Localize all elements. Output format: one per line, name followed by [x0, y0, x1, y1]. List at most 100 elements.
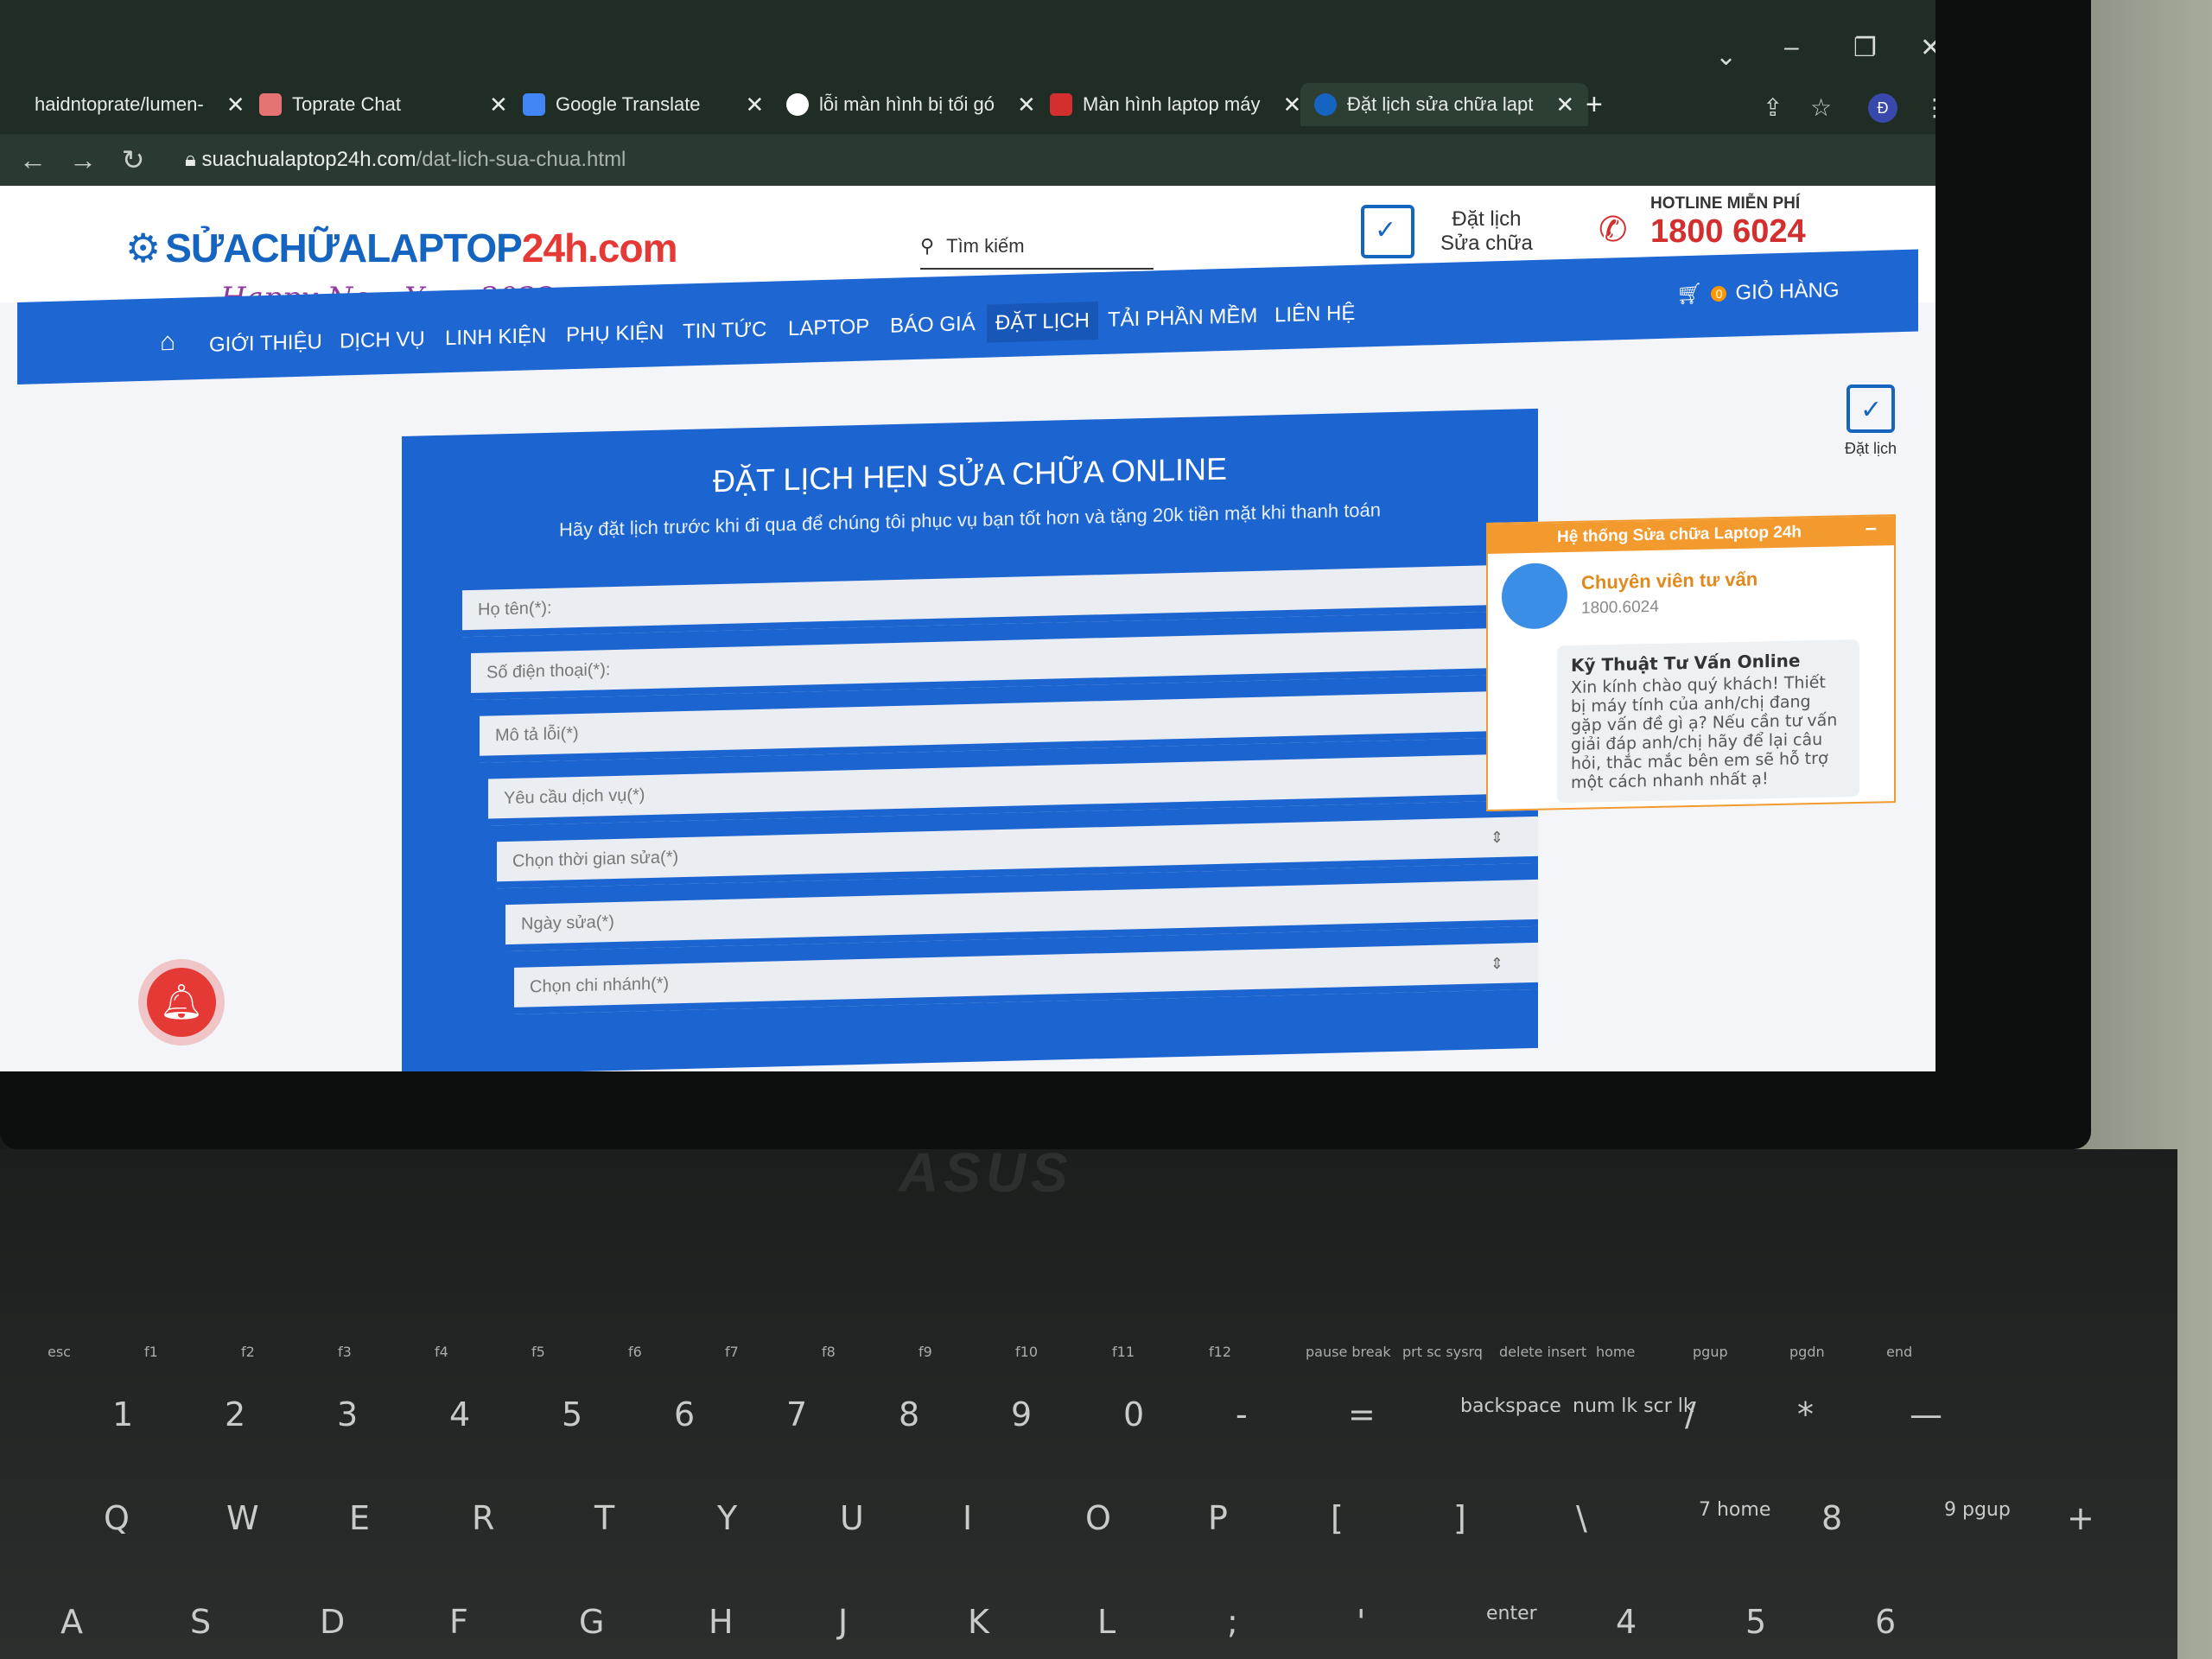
- tab-dat-lich[interactable]: Đặt lịch sửa chữa lapt ✕: [1300, 83, 1589, 126]
- key-home-row[interactable]: ;: [1227, 1603, 1238, 1641]
- key-top-row[interactable]: U: [840, 1499, 864, 1537]
- key-num-row[interactable]: 2: [225, 1395, 245, 1433]
- key-fn-row[interactable]: pause break: [1306, 1344, 1391, 1360]
- booking-link[interactable]: Đặt lịch Sửa chữa: [1361, 205, 1533, 258]
- key-top-row[interactable]: Y: [717, 1499, 737, 1537]
- key-fn-row[interactable]: delete insert: [1499, 1344, 1586, 1360]
- url-field[interactable]: 🔒︎ suachualaptop24h.com/dat-lich-sua-chu…: [185, 148, 626, 172]
- key-home-row[interactable]: 6: [1875, 1603, 1896, 1641]
- key-fn-row[interactable]: f11: [1112, 1344, 1135, 1360]
- menu-dots-icon[interactable]: ⋮: [1923, 93, 1936, 122]
- close-icon[interactable]: ✕: [489, 92, 508, 118]
- nav-gioi-thieu[interactable]: GIỚI THIỆU: [209, 330, 322, 358]
- key-num-row[interactable]: 3: [337, 1395, 358, 1433]
- tab-toprate-chat[interactable]: Toprate Chat ✕: [259, 83, 508, 126]
- key-top-row[interactable]: E: [349, 1499, 370, 1537]
- nav-phu-kien[interactable]: PHỤ KIỆN: [566, 321, 664, 347]
- key-num-row[interactable]: —: [1910, 1395, 1942, 1433]
- key-num-row[interactable]: *: [1797, 1395, 1814, 1433]
- tab-man-hinh-laptop[interactable]: Màn hình laptop máy ✕: [1050, 83, 1301, 126]
- key-fn-row[interactable]: f8: [822, 1344, 836, 1360]
- key-fn-row[interactable]: f3: [338, 1344, 352, 1360]
- repair-time-select[interactable]: Chọn thời gian sửa(*) ⇕: [497, 816, 1538, 889]
- share-icon[interactable]: ⇪: [1763, 93, 1783, 122]
- key-top-row[interactable]: [: [1331, 1499, 1344, 1537]
- back-arrow-icon[interactable]: ←: [16, 144, 50, 176]
- key-fn-row[interactable]: prt sc sysrq: [1402, 1344, 1483, 1360]
- key-fn-row[interactable]: f6: [628, 1344, 642, 1360]
- nav-dat-lich[interactable]: ĐẶT LỊCH: [987, 302, 1098, 343]
- key-home-row[interactable]: A: [60, 1603, 83, 1641]
- nav-laptop[interactable]: LAPTOP: [788, 315, 869, 341]
- key-home-row[interactable]: D: [320, 1603, 345, 1641]
- key-fn-row[interactable]: f9: [918, 1344, 932, 1360]
- key-fn-row[interactable]: pgup: [1693, 1344, 1728, 1360]
- key-home-row[interactable]: S: [190, 1603, 211, 1641]
- service-request-select[interactable]: Yêu cầu dịch vụ(*) ⇕: [488, 753, 1538, 826]
- key-home-row[interactable]: H: [709, 1603, 734, 1641]
- key-top-row[interactable]: 9 pgup: [1944, 1499, 2011, 1521]
- key-top-row[interactable]: P: [1208, 1499, 1228, 1537]
- search-box[interactable]: ⚲ Tìm kiếm: [920, 225, 1154, 270]
- key-num-row[interactable]: 7: [786, 1395, 807, 1433]
- key-home-row[interactable]: G: [579, 1603, 604, 1641]
- phone-field[interactable]: Số điện thoại(*):: [471, 626, 1538, 701]
- close-icon[interactable]: ✕: [1555, 92, 1574, 118]
- key-home-row[interactable]: K: [968, 1603, 989, 1641]
- key-num-row[interactable]: 4: [449, 1395, 470, 1433]
- new-tab-button[interactable]: +: [1586, 83, 1603, 126]
- key-num-row[interactable]: 6: [674, 1395, 695, 1433]
- nav-bao-gia[interactable]: BÁO GIÁ: [890, 312, 976, 339]
- key-top-row[interactable]: O: [1085, 1499, 1111, 1537]
- key-num-row[interactable]: backspace: [1460, 1395, 1561, 1417]
- minimize-icon[interactable]: –: [1784, 33, 1799, 62]
- key-fn-row[interactable]: f5: [531, 1344, 545, 1360]
- key-num-row[interactable]: 5: [562, 1395, 582, 1433]
- key-fn-row[interactable]: f4: [435, 1344, 448, 1360]
- name-field[interactable]: Họ tên(*):: [462, 563, 1538, 638]
- star-icon[interactable]: ☆: [1810, 93, 1832, 122]
- key-top-row[interactable]: +: [2067, 1499, 2094, 1537]
- error-description-field[interactable]: Mô tả lỗi(*): [480, 690, 1538, 763]
- key-fn-row[interactable]: f10: [1015, 1344, 1038, 1360]
- key-top-row[interactable]: Q: [104, 1499, 130, 1537]
- key-num-row[interactable]: -: [1236, 1395, 1248, 1433]
- key-fn-row[interactable]: home: [1596, 1344, 1635, 1360]
- nav-tin-tuc[interactable]: TIN TỨC: [683, 318, 766, 345]
- profile-avatar[interactable]: Đ: [1868, 93, 1897, 123]
- key-home-row[interactable]: ': [1357, 1603, 1365, 1641]
- tab-github[interactable]: haidntoprate/lumen- ✕: [35, 83, 245, 126]
- key-home-row[interactable]: enter: [1486, 1603, 1537, 1624]
- side-booking-button[interactable]: Đặt lịch: [1845, 385, 1897, 458]
- nav-lien-he[interactable]: LIÊN HỆ: [1274, 302, 1355, 328]
- key-fn-row[interactable]: end: [1886, 1344, 1912, 1360]
- key-top-row[interactable]: W: [226, 1499, 259, 1537]
- key-num-row[interactable]: 1: [112, 1395, 133, 1433]
- key-top-row[interactable]: R: [472, 1499, 494, 1537]
- key-home-row[interactable]: L: [1097, 1603, 1116, 1641]
- tab-google-translate[interactable]: Google Translate ✕: [523, 83, 764, 126]
- key-num-row[interactable]: /: [1685, 1395, 1696, 1433]
- key-num-row[interactable]: num lk scr lk: [1573, 1395, 1694, 1417]
- key-top-row[interactable]: I: [963, 1499, 972, 1537]
- branch-select[interactable]: Chọn chi nhánh(*) ⇕: [514, 942, 1538, 1014]
- tab-search-chevron-icon[interactable]: ⌄: [1715, 41, 1737, 72]
- key-top-row[interactable]: ]: [1453, 1499, 1466, 1537]
- tab-google-search[interactable]: lỗi màn hình bị tối gó ✕: [786, 83, 1036, 126]
- restore-icon[interactable]: ❐: [1853, 33, 1877, 63]
- minimize-chat-button[interactable]: –: [1866, 517, 1877, 541]
- site-logo[interactable]: ⚙ SỬACHỮALAPTOP24h.com: [125, 225, 678, 271]
- close-icon[interactable]: ✕: [746, 92, 765, 118]
- key-num-row[interactable]: 9: [1011, 1395, 1032, 1433]
- key-top-row[interactable]: 8: [1821, 1499, 1842, 1537]
- key-fn-row[interactable]: f12: [1209, 1344, 1231, 1360]
- nav-tai-phan-mem[interactable]: TẢI PHẦN MỀM: [1108, 304, 1257, 333]
- key-fn-row[interactable]: f1: [144, 1344, 158, 1360]
- key-home-row[interactable]: 5: [1745, 1603, 1766, 1641]
- repair-date-field[interactable]: Ngày sửa(*): [505, 879, 1538, 952]
- key-fn-row[interactable]: f2: [241, 1344, 255, 1360]
- home-icon[interactable]: ⌂: [160, 327, 175, 358]
- key-num-row[interactable]: 8: [899, 1395, 919, 1433]
- key-top-row[interactable]: T: [594, 1499, 614, 1537]
- key-num-row[interactable]: 0: [1123, 1395, 1144, 1433]
